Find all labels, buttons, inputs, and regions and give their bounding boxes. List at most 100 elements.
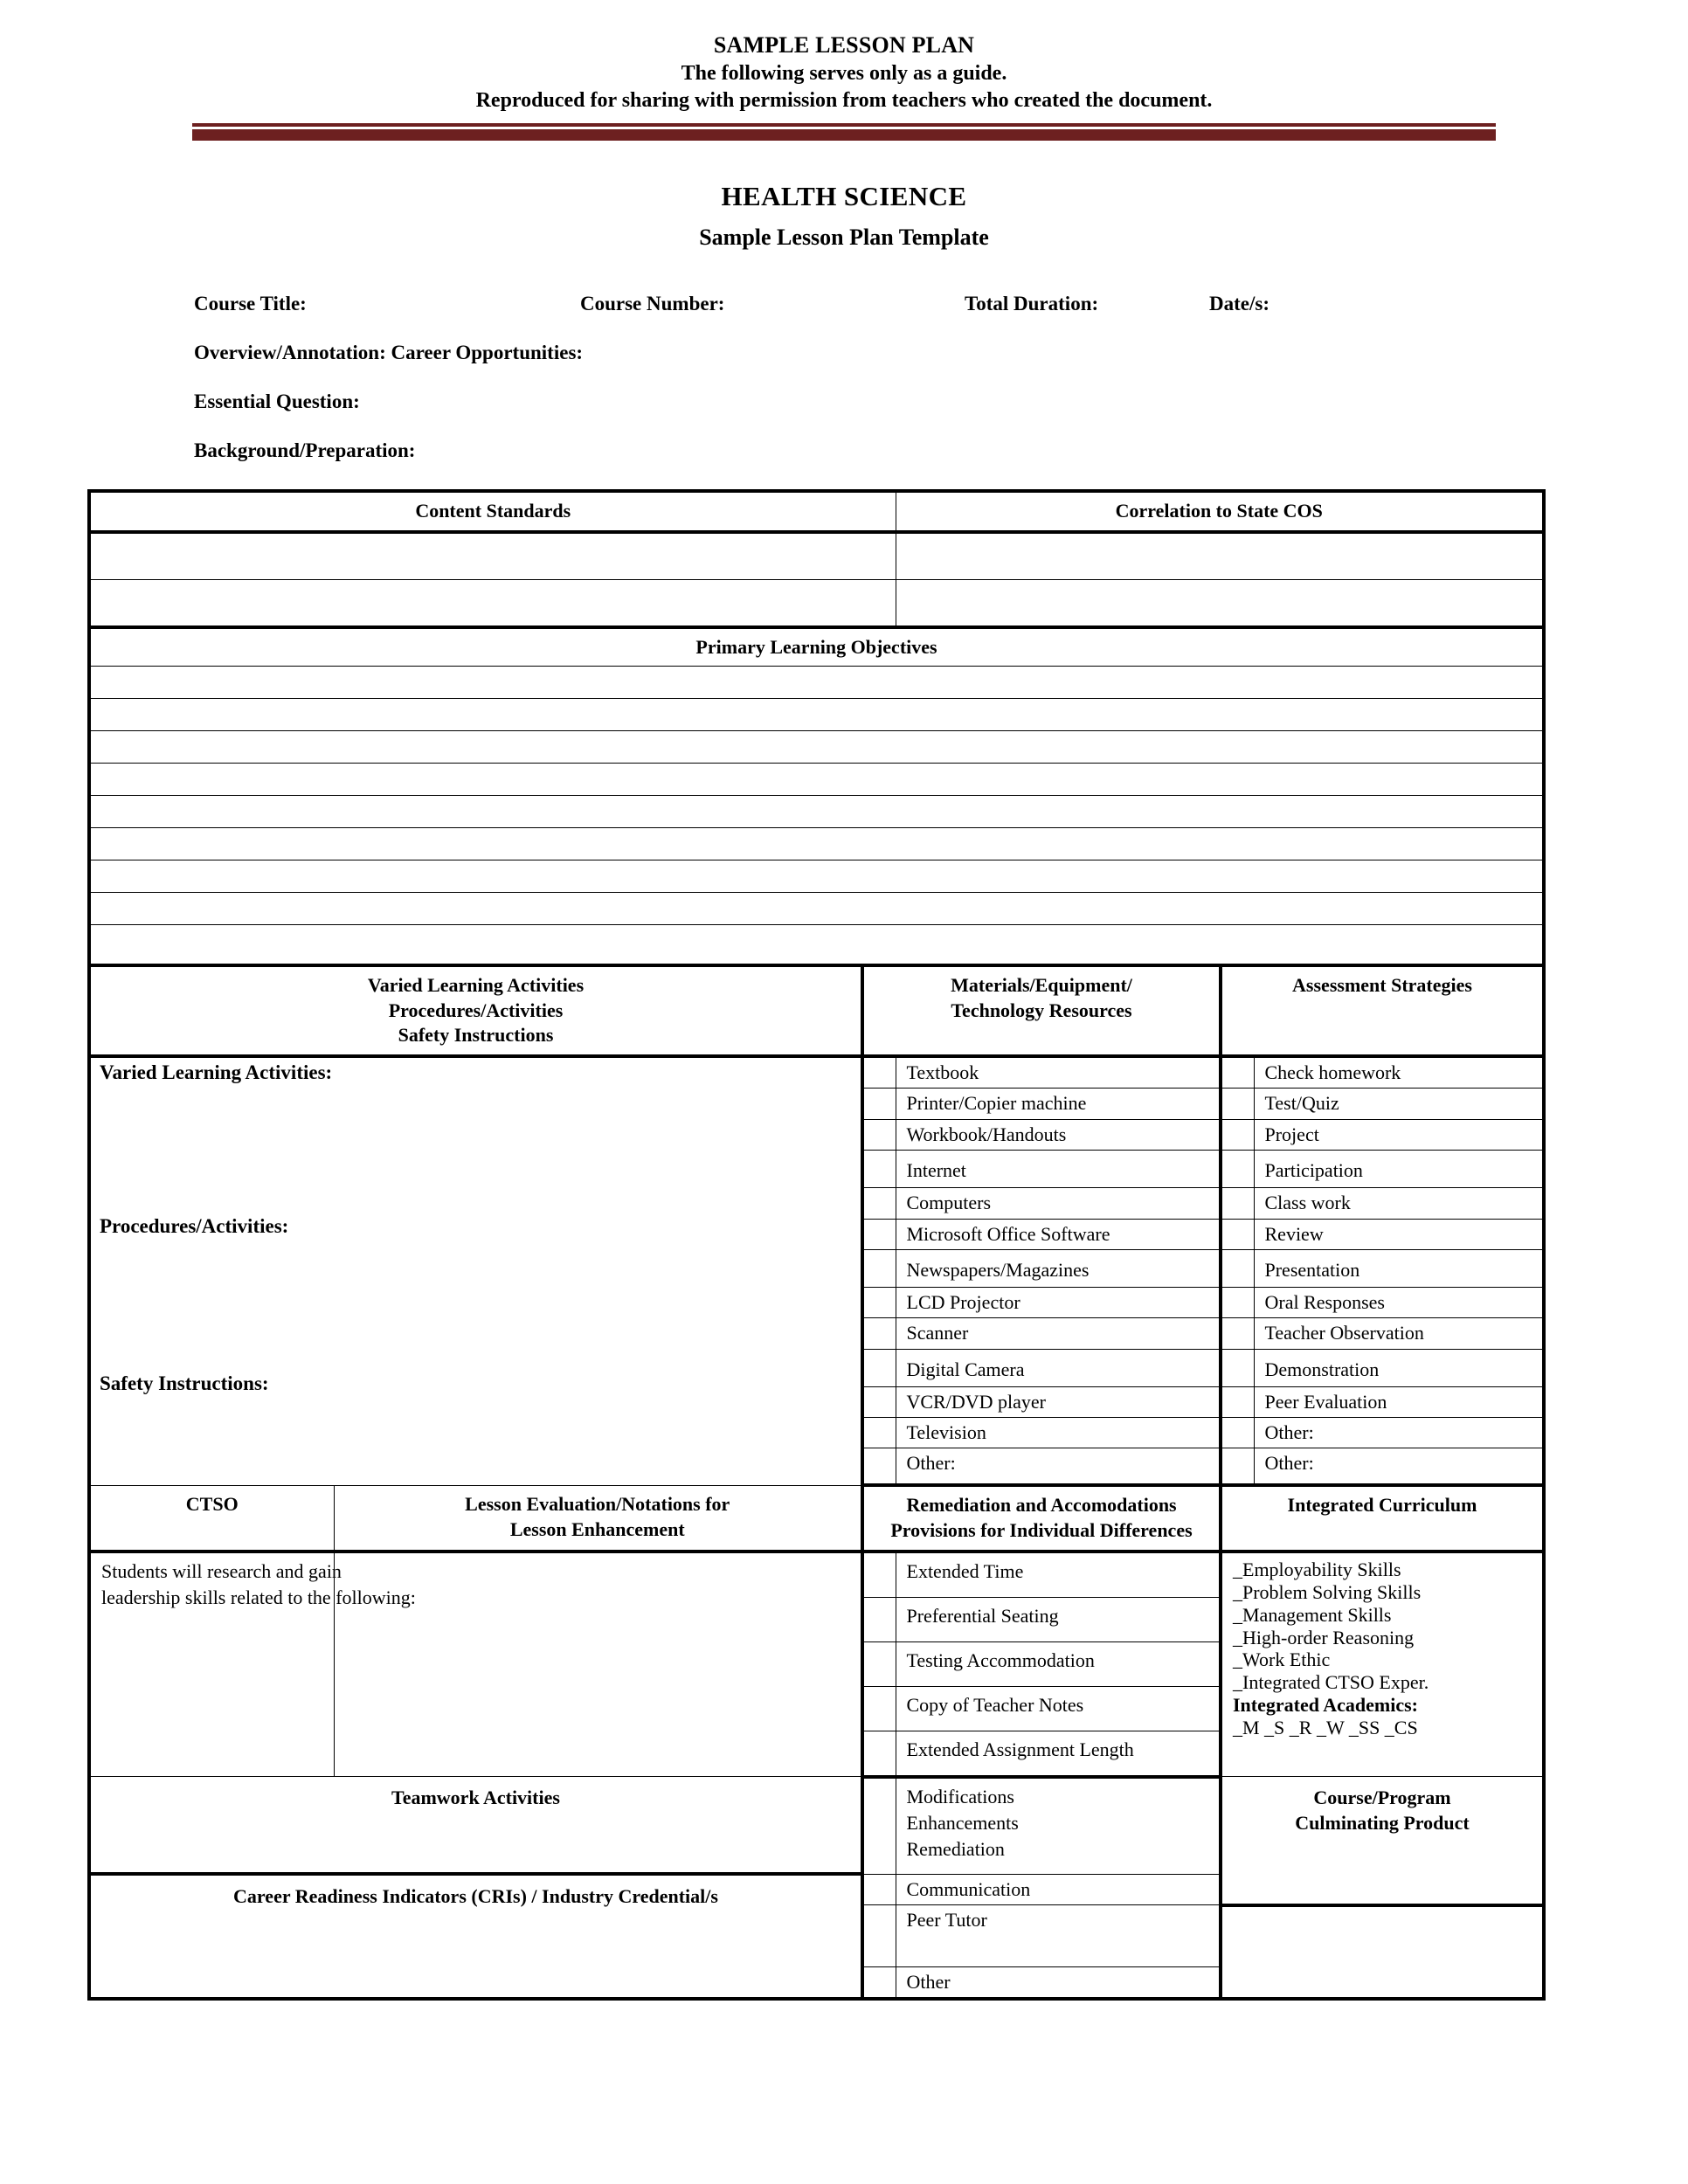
objective-cell[interactable] [86,860,1546,894]
content-standards-cell[interactable] [87,531,896,580]
integrated-curriculum-cell[interactable]: _Employability Skills _Problem Solving S… [1218,1551,1546,1778]
material-label: VCR/DVD player [895,1386,1221,1419]
assessment-checkbox[interactable] [1219,1348,1255,1387]
career-readiness-header: Career Readiness Indicators (CRIs) / Ind… [87,1873,864,2001]
assessment-checkbox[interactable] [1219,1150,1255,1189]
ctso-text-line2: leadership skills related to the followi… [101,1586,416,1609]
page-title: HEALTH SCIENCE [721,180,967,211]
materials-row: Varied Learning Activities: Procedures/A… [87,1055,1546,1486]
assessment-checkbox[interactable] [1219,1248,1255,1288]
modification-checkbox[interactable] [861,1776,896,1875]
material-checkbox[interactable] [861,1118,896,1151]
objective-cell[interactable] [86,730,1546,764]
material-label: Digital Camera [895,1348,1221,1387]
content-standards-cell[interactable] [87,578,896,629]
material-checkbox[interactable] [861,1317,896,1350]
objective-row [86,827,1546,861]
assessment-checkbox[interactable] [1219,1317,1255,1350]
culminating-product-cell[interactable]: Course/Program Culminating Product [1218,1776,1546,1907]
culminating-product-blank[interactable] [1218,1904,1546,2001]
objective-row [86,860,1546,894]
objective-row [86,698,1546,732]
remediation-checkbox[interactable] [861,1596,896,1642]
assessment-checkbox[interactable] [1219,1448,1255,1488]
material-checkbox[interactable] [861,1150,896,1189]
assessment-checkbox[interactable] [1219,1055,1255,1089]
remediation-checkbox[interactable] [861,1685,896,1731]
primary-objectives-header: Primary Learning Objectives [86,626,1546,667]
remediation-header: Remediation and Accomodations Provisions… [861,1484,1222,1553]
document-page: SAMPLE LESSON PLAN The following serves … [0,0,1688,2184]
correlation-cos-header: Correlation to State COS [895,489,1546,534]
assessment-label: Other: [1253,1417,1546,1449]
material-checkbox[interactable] [861,1088,896,1120]
material-checkbox[interactable] [861,1248,896,1288]
remediation-checkbox[interactable] [861,1730,896,1779]
modification-item: Modifications [906,1785,1014,1807]
teamwork-row: Teamwork Activities Modifications Enhanc… [87,1776,1546,1907]
lower-header-row: CTSO Lesson Evaluation/Notations for Les… [87,1484,1546,1553]
assessment-checkbox[interactable] [1219,1218,1255,1250]
content-standards-header: Content Standards [87,489,896,534]
assessment-label: Class work [1253,1187,1546,1220]
objective-row [86,795,1546,829]
varied-activities-label: Varied Learning Activities: [100,1061,333,1083]
assessment-label: Review [1253,1218,1546,1250]
activities-entry-cell[interactable]: Varied Learning Activities: Procedures/A… [87,1055,864,1486]
material-checkbox[interactable] [861,1286,896,1319]
assessment-label: Presentation [1253,1248,1546,1288]
assessment-checkbox[interactable] [1219,1386,1255,1419]
material-label: Printer/Copier machine [895,1088,1221,1120]
cri-side-checkbox[interactable] [861,1904,896,1967]
varied-activities-header: Varied Learning Activities Procedures/Ac… [87,964,864,1058]
material-checkbox[interactable] [861,1417,896,1449]
correlation-cos-cell[interactable] [895,531,1546,580]
integrated-academics-label: Integrated Academics: [1233,1694,1419,1717]
lesson-evaluation-cell[interactable] [333,1551,864,1778]
material-checkbox[interactable] [861,1348,896,1387]
modification-list: Modifications Enhancements Remediation [895,1776,1221,1875]
remediation-label: Copy of Teacher Notes [895,1685,1221,1731]
overview-label: Overview/Annotation: Career Opportunitie… [194,341,584,363]
ctso-text-cell[interactable]: Students will research and gain leadersh… [87,1551,416,1778]
lesson-plan-table: Content Standards Correlation to State C… [86,489,1546,2001]
objective-cell[interactable] [86,892,1546,926]
objective-cell[interactable] [86,924,1546,968]
material-checkbox[interactable] [861,1055,896,1089]
objective-cell[interactable] [86,698,1546,732]
material-checkbox[interactable] [861,1448,896,1488]
banner-line-3: Reproduced for sharing with permission f… [475,88,1213,112]
cri-side-checkbox[interactable] [861,1966,896,2001]
assessment-checkbox[interactable] [1219,1286,1255,1319]
material-checkbox[interactable] [861,1218,896,1250]
correlation-cos-cell[interactable] [895,578,1546,629]
modification-item: Enhancements [906,1812,1019,1835]
culminating-product-line1: Course/Program [1313,1787,1451,1809]
assessment-label: Demonstration [1253,1348,1546,1387]
material-checkbox[interactable] [861,1386,896,1419]
objective-cell[interactable] [86,763,1546,797]
remediation-checkbox[interactable] [861,1551,896,1598]
safety-instructions-label: Safety Instructions: [100,1372,269,1394]
remediation-label: Extended Assignment Length [895,1730,1221,1779]
assessment-checkbox[interactable] [1219,1187,1255,1220]
background-label: Background/Preparation: [194,439,416,461]
remediation-checkbox[interactable] [861,1641,896,1687]
cri-side-checkbox[interactable] [861,1873,896,1906]
background-row: Background/Preparation: [194,439,1505,488]
objective-row [86,666,1546,700]
assessment-checkbox[interactable] [1219,1088,1255,1120]
overview-row: Overview/Annotation: Career Opportunitie… [194,342,1505,390]
materials-header: Materials/Equipment/ Technology Resource… [861,964,1222,1058]
integrated-item: _Employability Skills [1233,1558,1401,1580]
integrated-item: _Integrated CTSO Exper. [1233,1671,1429,1694]
objective-cell[interactable] [86,795,1546,829]
assessment-checkbox[interactable] [1219,1118,1255,1151]
assessment-checkbox[interactable] [1219,1417,1255,1449]
course-info-row: Course Title: Course Number: Total Durat… [194,293,1505,342]
objective-cell[interactable] [86,666,1546,700]
integrated-item: _Management Skills [1233,1603,1392,1626]
course-title-label: Course Title: [194,292,307,314]
material-checkbox[interactable] [861,1187,896,1220]
objective-cell[interactable] [86,827,1546,861]
